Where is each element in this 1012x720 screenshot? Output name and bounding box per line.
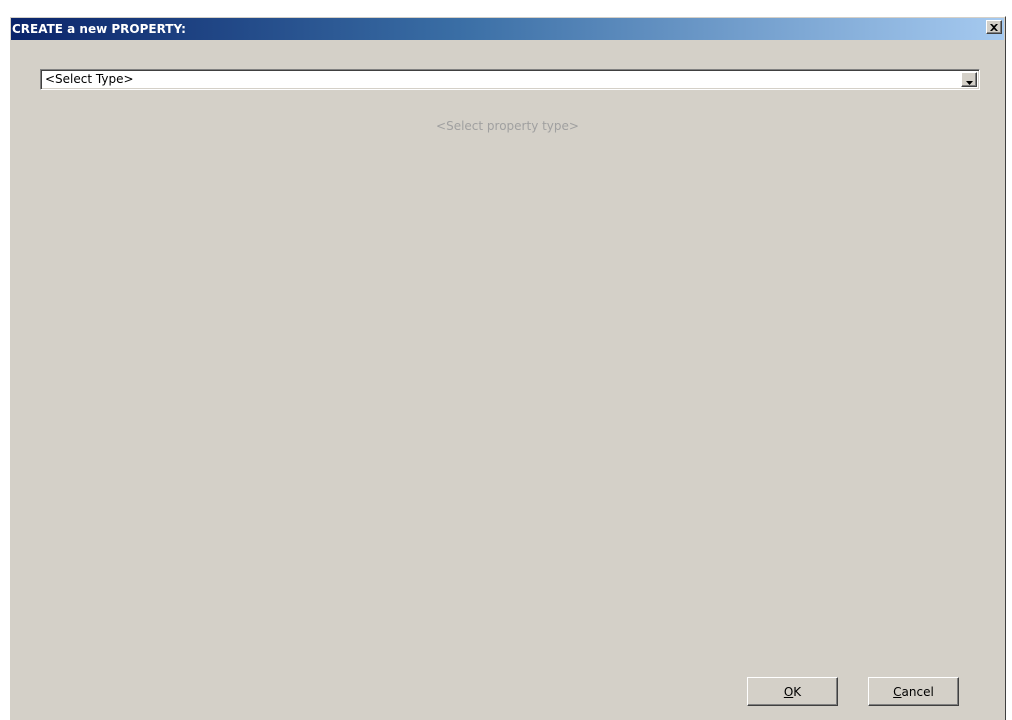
ok-button-accelerator: O — [783, 684, 794, 699]
cancel-button[interactable]: Cancel — [868, 677, 959, 706]
ok-button-label: K — [793, 684, 802, 699]
dropdown-arrow-icon — [965, 70, 973, 89]
ok-button[interactable]: OK — [747, 677, 838, 706]
create-property-dialog: CREATE a new PROPERTY: <Select Type> <Se… — [9, 16, 1006, 720]
dialog-title: CREATE a new PROPERTY: — [12, 22, 186, 36]
cancel-button-label: ancel — [901, 684, 934, 699]
property-type-dropdown-button[interactable] — [961, 72, 977, 87]
select-property-type-hint: <Select property type> — [436, 119, 579, 133]
close-button[interactable] — [986, 20, 1002, 34]
cancel-button-accelerator: C — [893, 684, 902, 699]
property-type-value: <Select Type> — [45, 72, 134, 86]
close-icon — [990, 23, 998, 31]
title-bar[interactable]: CREATE a new PROPERTY: — [11, 18, 1004, 40]
property-type-select[interactable]: <Select Type> — [40, 69, 980, 90]
